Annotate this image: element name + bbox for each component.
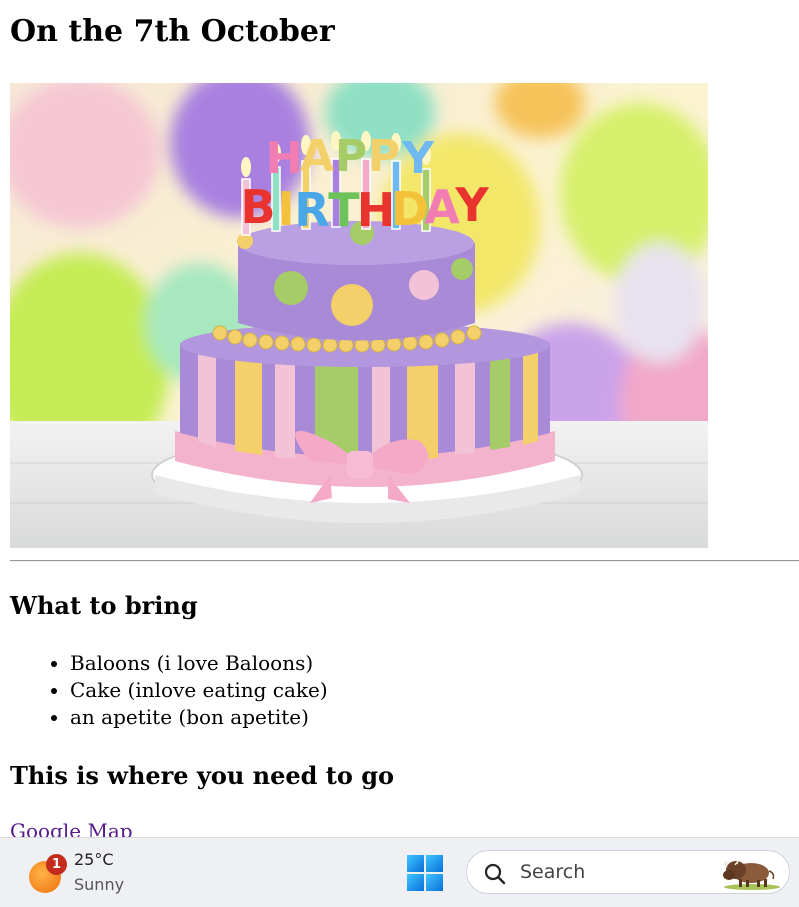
- list-item: an apetite (bon apetite): [70, 704, 328, 731]
- where-to-go-heading: This is where you need to go: [10, 761, 395, 790]
- bring-list: Baloons (i love Baloons) Cake (inlove ea…: [30, 650, 328, 731]
- taskbar-search-box[interactable]: Search: [466, 850, 790, 894]
- svg-text:A: A: [300, 131, 334, 182]
- search-placeholder: Search: [520, 861, 586, 883]
- svg-text:T: T: [328, 183, 360, 237]
- svg-text:P: P: [335, 131, 367, 182]
- svg-text:H: H: [357, 183, 396, 237]
- svg-text:Y: Y: [454, 178, 489, 232]
- what-to-bring-heading: What to bring: [10, 591, 198, 620]
- svg-text:Y: Y: [401, 133, 435, 184]
- list-item: Cake (inlove eating cake): [70, 677, 328, 704]
- windows-logo-icon[interactable]: [406, 854, 444, 892]
- notification-badge: 1: [46, 854, 67, 875]
- weather-condition: Sunny: [74, 875, 125, 894]
- taskbar: 1 25°C Sunny Search: [0, 837, 799, 907]
- svg-text:B: B: [240, 180, 275, 234]
- list-item: Baloons (i love Baloons): [70, 650, 328, 677]
- page-title: On the 7th October: [10, 14, 335, 49]
- search-icon: [484, 863, 506, 885]
- svg-text:P: P: [368, 131, 400, 182]
- bison-icon: [723, 861, 780, 890]
- web-page: On the 7th October H A P P Y B I R T H D…: [0, 0, 799, 837]
- svg-text:H: H: [266, 133, 303, 184]
- weather-widget[interactable]: 1 25°C Sunny: [22, 846, 152, 898]
- svg-text:I: I: [277, 182, 294, 236]
- weather-temperature: 25°C: [74, 850, 114, 869]
- birthday-cake-image: H A P P Y B I R T H D A Y: [10, 83, 708, 548]
- svg-text:R: R: [294, 183, 329, 237]
- google-map-link[interactable]: Google Map: [10, 818, 133, 837]
- divider: [10, 560, 799, 562]
